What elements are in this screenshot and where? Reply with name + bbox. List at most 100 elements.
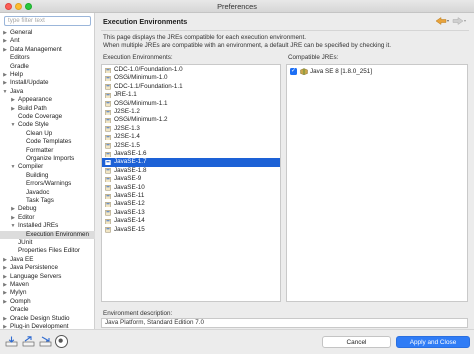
environment-icon [105, 227, 111, 233]
tree-item-label: Building [26, 171, 49, 179]
tree-item[interactable]: ▶ Java EE [0, 256, 95, 264]
window-title: Preferences [217, 2, 257, 11]
tree-item-label: Javadoc [26, 188, 50, 196]
environment-row[interactable]: JavaSE-9 [102, 175, 280, 183]
tree-item[interactable]: Formatter [0, 147, 95, 155]
expanded-twisty-icon[interactable]: ▼ [10, 222, 16, 230]
tree-item[interactable]: ▼ Code Style [0, 121, 95, 129]
collapsed-twisty-icon[interactable]: ▶ [2, 289, 8, 297]
tree-item[interactable]: Code Coverage [0, 113, 95, 121]
tree-item[interactable]: Javadoc [0, 189, 95, 197]
collapsed-twisty-icon[interactable]: ▶ [2, 71, 8, 79]
environment-label: J2SE-1.3 [114, 124, 140, 132]
environment-row[interactable]: J2SE-1.3 [102, 125, 280, 133]
environment-row[interactable]: OSGi/Minimum-1.2 [102, 116, 280, 124]
environment-row[interactable]: OSGi/Minimum-1.1 [102, 100, 280, 108]
compatible-jres-list[interactable]: ✓ Java SE 8 [1.8.0_251] [286, 64, 468, 302]
tree-item[interactable]: Execution Environmen [0, 230, 95, 239]
tree-item[interactable]: Organize Imports [0, 155, 95, 163]
environment-row[interactable]: JavaSE-15 [102, 226, 280, 234]
forward-arrow-icon[interactable] [451, 16, 467, 26]
tree-item[interactable]: Errors/Warnings [0, 180, 95, 188]
environment-row[interactable]: JavaSE-1.8 [102, 167, 280, 175]
tree-item[interactable]: ▶ Java Persistence [0, 264, 95, 272]
button-bar: Cancel Apply and Close [0, 329, 474, 354]
tree-item[interactable]: ▶ Appearance [0, 96, 95, 104]
import-preferences-icon[interactable] [5, 336, 18, 347]
collapsed-twisty-icon[interactable]: ▶ [2, 37, 8, 45]
expanded-twisty-icon[interactable]: ▼ [10, 121, 16, 129]
collapsed-twisty-icon[interactable]: ▶ [2, 298, 8, 306]
back-arrow-icon[interactable] [434, 16, 450, 26]
tree-item[interactable]: ▶ Help [0, 71, 95, 79]
tree-item[interactable]: Task Tags [0, 197, 95, 205]
collapsed-twisty-icon[interactable]: ▶ [10, 205, 16, 213]
jre-checkbox[interactable]: ✓ [290, 68, 297, 75]
environment-row[interactable]: JavaSE-13 [102, 209, 280, 217]
tree-item[interactable]: ▶ Debug [0, 205, 95, 213]
export-preferences-icon[interactable] [22, 336, 35, 347]
collapsed-twisty-icon[interactable]: ▶ [2, 46, 8, 54]
environment-row[interactable]: JavaSE-1.6 [102, 150, 280, 158]
expanded-twisty-icon[interactable]: ▼ [10, 163, 16, 171]
tree-item[interactable]: Gradle [0, 63, 95, 71]
environment-row[interactable]: CDC-1.0/Foundation-1.0 [102, 66, 280, 74]
tree-item[interactable]: ▼ Compiler [0, 163, 95, 171]
tree-item[interactable]: Clean Up [0, 130, 95, 138]
tree-item[interactable]: Editors [0, 54, 95, 62]
environment-row[interactable]: J2SE-1.4 [102, 133, 280, 141]
environment-row[interactable]: CDC-1.1/Foundation-1.1 [102, 83, 280, 91]
environment-row[interactable]: J2SE-1.5 [102, 142, 280, 150]
tree-item[interactable]: ▼ Java [0, 88, 95, 96]
execution-environments-list[interactable]: CDC-1.0/Foundation-1.0 OSGi/Minimum-1.0 CD… [101, 64, 281, 302]
tree-item[interactable]: ▶ Install/Update [0, 79, 95, 87]
collapsed-twisty-icon[interactable]: ▶ [10, 105, 16, 113]
compatible-jres-group: Compatible JREs: ✓ Java SE 8 [1.8.0_251] [286, 54, 468, 310]
tree-item[interactable]: Oracle [0, 306, 95, 314]
environment-row[interactable]: JavaSE-14 [102, 217, 280, 225]
collapsed-twisty-icon[interactable]: ▶ [2, 79, 8, 87]
environment-row[interactable]: OSGi/Minimum-1.0 [102, 74, 280, 82]
tree-item[interactable]: Properties Files Editor [0, 247, 95, 255]
collapsed-twisty-icon[interactable]: ▶ [2, 273, 8, 281]
tree-item[interactable]: Code Templates [0, 138, 95, 146]
collapsed-twisty-icon[interactable]: ▶ [10, 214, 16, 222]
compatible-jres-label: Compatible JREs: [288, 54, 339, 61]
collapsed-twisty-icon[interactable]: ▶ [10, 96, 16, 104]
help-icon[interactable] [55, 335, 68, 348]
tree-item[interactable]: ▼ Installed JREs [0, 222, 95, 230]
collapsed-twisty-icon[interactable]: ▶ [2, 315, 8, 323]
environment-row[interactable]: JavaSE-1.7 [102, 158, 280, 167]
environment-row[interactable]: JavaSE-10 [102, 184, 280, 192]
environment-icon [105, 92, 111, 99]
tree-item[interactable]: ▶ Ant [0, 37, 95, 45]
collapsed-twisty-icon[interactable]: ▶ [2, 256, 8, 264]
tree-item[interactable]: ▶ Mylyn [0, 289, 95, 297]
tree-item[interactable]: ▶ General [0, 29, 95, 37]
environment-description-field[interactable]: Java Platform, Standard Edition 7.0 [101, 318, 468, 328]
tree-item[interactable]: Building [0, 172, 95, 180]
tree-item[interactable]: ▶ Build Path [0, 105, 95, 113]
tree-item[interactable]: ▶ Data Management [0, 46, 95, 54]
collapsed-twisty-icon[interactable]: ▶ [2, 264, 8, 272]
tree-item[interactable]: ▶ Maven [0, 281, 95, 289]
tree-item[interactable]: JUnit [0, 239, 95, 247]
tree-item-label: Help [10, 71, 23, 78]
cancel-button[interactable]: Cancel [322, 336, 391, 348]
tree-item[interactable]: ▶ Oracle Design Studio [0, 315, 95, 323]
tree-item[interactable]: ▶ Editor [0, 214, 95, 222]
environment-row[interactable]: J2SE-1.2 [102, 108, 280, 116]
collapsed-twisty-icon[interactable]: ▶ [2, 281, 8, 289]
expanded-twisty-icon[interactable]: ▼ [2, 88, 8, 96]
filter-input[interactable]: type filter text [4, 16, 91, 26]
environment-icon [105, 159, 111, 166]
environment-row[interactable]: JavaSE-12 [102, 200, 280, 208]
apply-and-close-button[interactable]: Apply and Close [396, 336, 470, 348]
environment-row[interactable]: JavaSE-11 [102, 192, 280, 200]
tree-item[interactable]: ▶ Oomph [0, 298, 95, 306]
jre-row[interactable]: ✓ Java SE 8 [1.8.0_251] [287, 67, 467, 76]
collapsed-twisty-icon[interactable]: ▶ [2, 29, 8, 37]
environment-row[interactable]: JRE-1.1 [102, 91, 280, 99]
tree-item[interactable]: ▶ Language Servers [0, 273, 95, 281]
import-folder-icon[interactable] [39, 336, 52, 347]
